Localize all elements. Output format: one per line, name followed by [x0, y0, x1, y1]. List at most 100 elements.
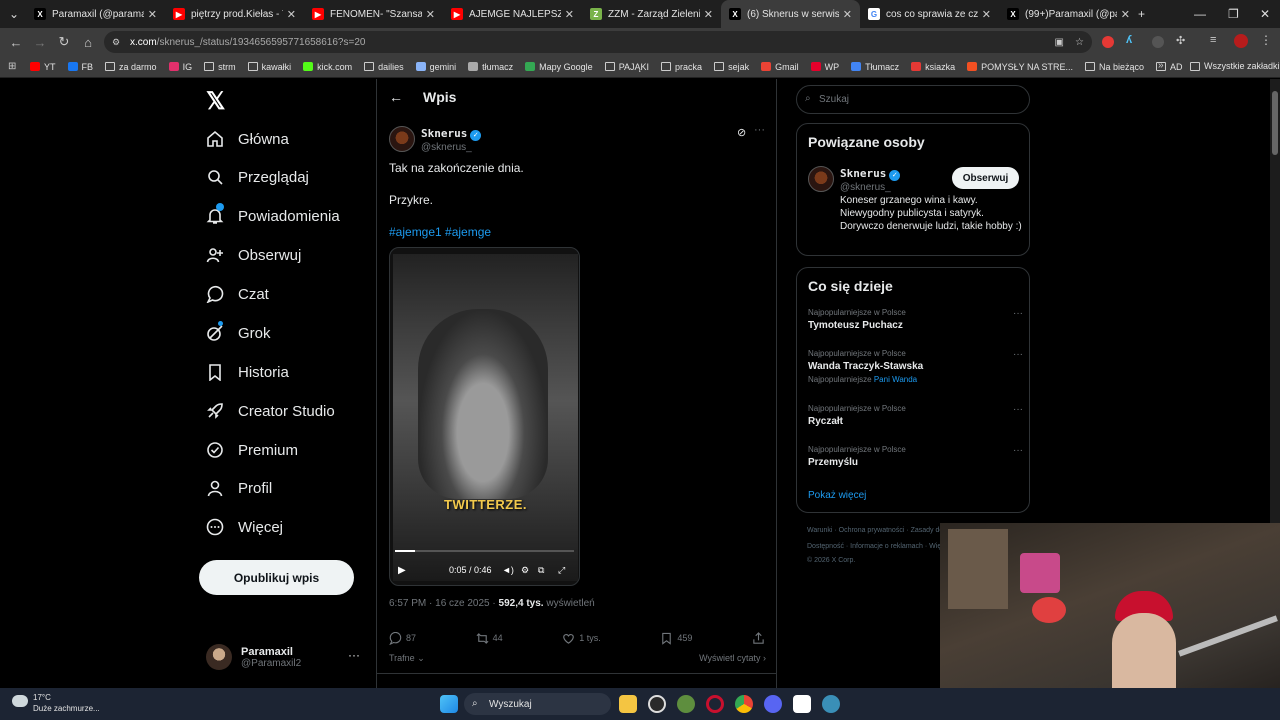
record-extension-icon[interactable]: [1102, 36, 1114, 48]
bookmark-item[interactable]: POMYSŁY NA STRE...: [967, 62, 1073, 72]
trend-item[interactable]: Najpopularniejsze w Polsce Tymoteusz Puc…: [808, 308, 1023, 331]
apps-icon[interactable]: ⊞: [8, 61, 20, 72]
show-more-link[interactable]: Pokaż więcej: [808, 490, 866, 501]
author-avatar[interactable]: [389, 125, 415, 152]
install-app-icon[interactable]: ▣: [1055, 37, 1064, 48]
bookmark-item[interactable]: gemini: [415, 62, 456, 72]
app-icon[interactable]: [822, 695, 840, 713]
account-switcher[interactable]: Paramaxil @Paramaxil2 ···: [206, 641, 366, 673]
close-tab-icon[interactable]: ✕: [565, 8, 574, 21]
bookmark-item[interactable]: tłumacz: [468, 62, 513, 72]
bookmark-item[interactable]: Tłumacz: [851, 62, 899, 72]
bookmark-item[interactable]: za darmo: [105, 62, 157, 72]
picture-in-picture-icon[interactable]: ⧉: [538, 565, 544, 576]
bookmark-item[interactable]: strm: [204, 62, 236, 72]
nav-item[interactable]: Premium: [206, 435, 298, 465]
close-tab-icon[interactable]: ✕: [704, 8, 713, 21]
trend-item[interactable]: Najpopularniejsze w Polsce Wanda Traczyk…: [808, 349, 1023, 384]
bookmark-item[interactable]: Na bieżąco: [1085, 62, 1144, 72]
bookmark-item[interactable]: kick.com: [303, 62, 352, 72]
menu-icon[interactable]: ⋮: [1260, 33, 1272, 47]
browser-tab[interactable]: ▶ AJEMGE NAJLEPSZE MOM ✕: [443, 0, 582, 28]
post-button[interactable]: Opublikuj wpis: [199, 560, 354, 595]
follow-button[interactable]: Obserwuj: [952, 167, 1019, 189]
site-info-icon[interactable]: ⚙: [112, 37, 120, 48]
bookmark-item[interactable]: WP: [810, 62, 839, 72]
browser-tab[interactable]: ▶ FENOMEN- "Szansa" - YouTube ✕: [304, 0, 443, 28]
nav-item[interactable]: Obserwuj: [206, 240, 301, 270]
close-tab-icon[interactable]: ✕: [982, 8, 991, 21]
sort-dropdown[interactable]: Trafne ⌄: [389, 653, 425, 664]
browser-tab[interactable]: X (99+)Paramaxil (@param ✕: [999, 0, 1138, 28]
forward-icon[interactable]: →: [28, 35, 52, 50]
reload-icon[interactable]: ↻: [52, 34, 76, 50]
video-player[interactable]: TWITTERZE. ▶ 0:05 / 0:46 ◄) ⚙ ⧉ ⤢: [389, 247, 580, 586]
fullscreen-icon[interactable]: ⤢: [558, 565, 565, 576]
file-explorer-icon[interactable]: [619, 695, 637, 713]
extensions-puzzle-icon[interactable]: ✣: [1176, 34, 1185, 47]
more-options-icon[interactable]: ···: [754, 124, 765, 136]
close-tab-icon[interactable]: ✕: [287, 8, 296, 21]
bookmark-item[interactable]: kawałki: [247, 62, 291, 72]
post-hashtags[interactable]: #ajemge1 #ajemge: [389, 225, 491, 239]
settings-icon[interactable]: ⚙: [521, 565, 529, 576]
bookmark-item[interactable]: ksiazka: [911, 62, 955, 72]
more-horizontal-icon[interactable]: ···: [348, 648, 360, 662]
author-name[interactable]: Sknerus: [421, 127, 467, 140]
browser-tab[interactable]: Z ZZM - Zarząd Zieleni Miej ✕: [582, 0, 721, 28]
bookmark-item[interactable]: pracka: [661, 62, 702, 72]
browser-tab[interactable]: ▶ piętrzy prod.Kiełas - YouTube ✕: [165, 0, 304, 28]
nav-item[interactable]: Grok: [206, 318, 271, 348]
bookmark-item[interactable]: sejak: [714, 62, 749, 72]
related-person-avatar[interactable]: [808, 165, 834, 192]
footer-links[interactable]: Dostępność · Informacje o reklamach · Wi…: [807, 543, 959, 550]
address-bar[interactable]: ⚙ x.com/sknerus_/status/1934656595771658…: [104, 31, 1092, 53]
media-control-icon[interactable]: ≡: [1210, 34, 1216, 46]
browser-tab[interactable]: X Paramaxil (@paramaxil_) | ✕: [26, 0, 165, 28]
nav-item[interactable]: Więcej: [206, 512, 283, 542]
all-bookmarks[interactable]: Wszystkie zakładki: [1190, 61, 1280, 71]
extension-2-icon[interactable]: [1152, 36, 1164, 48]
browser-tab[interactable]: X (6) Sknerus w serwisie X ✕: [721, 0, 860, 28]
restore-icon[interactable]: ❐: [1228, 0, 1242, 28]
view-quotes-link[interactable]: Wyświetl cytaty ›: [699, 653, 766, 664]
post-author[interactable]: Sknerus ✓ @sknerus_: [389, 124, 482, 153]
profile-avatar[interactable]: [1234, 34, 1248, 48]
opera-icon[interactable]: [706, 695, 724, 713]
reply-button[interactable]: 87: [389, 631, 416, 645]
more-horizontal-icon[interactable]: ···: [1013, 349, 1023, 360]
close-tab-icon[interactable]: ✕: [426, 8, 435, 21]
bookmark-item[interactable]: dailies: [364, 62, 404, 72]
related-person-name[interactable]: Sknerus: [840, 167, 886, 180]
related-person[interactable]: Sknerus ✓ @sknerus_: [808, 164, 901, 193]
scrollbar-thumb[interactable]: [1272, 91, 1278, 155]
bookmark-button[interactable]: 459: [660, 631, 692, 645]
x-logo-icon[interactable]: 𝕏: [206, 87, 225, 116]
discord-icon[interactable]: [764, 695, 782, 713]
more-horizontal-icon[interactable]: ···: [1013, 404, 1023, 415]
search-input[interactable]: ⌕ Szukaj: [796, 85, 1030, 114]
nav-item[interactable]: Czat: [206, 279, 269, 309]
app-icon[interactable]: [648, 695, 666, 713]
home-browser-icon[interactable]: ⌂: [76, 35, 100, 50]
close-tab-icon[interactable]: ✕: [843, 8, 852, 21]
post-time[interactable]: 6:57 PM · 16 cze 2025 ·: [389, 598, 499, 609]
chrome-icon[interactable]: [735, 695, 753, 713]
taskbar-search[interactable]: ⌕ Wyszukaj: [464, 693, 611, 715]
new-tab-icon[interactable]: +: [1138, 0, 1152, 28]
grok-icon[interactable]: ⊘: [737, 126, 746, 139]
extension-icon[interactable]: ʎ: [1126, 34, 1132, 46]
more-horizontal-icon[interactable]: ···: [1013, 445, 1023, 456]
more-horizontal-icon[interactable]: ···: [1013, 308, 1023, 319]
close-tab-icon[interactable]: ✕: [1121, 8, 1130, 21]
bookmark-item[interactable]: YT: [30, 62, 56, 72]
nav-item[interactable]: Przeglądaj: [206, 162, 309, 192]
share-button[interactable]: [752, 631, 769, 645]
bookmark-item[interactable]: IG: [168, 62, 192, 72]
repost-button[interactable]: 44: [476, 631, 503, 645]
bookmark-item[interactable]: Gmail: [761, 62, 799, 72]
close-window-icon[interactable]: ✕: [1260, 0, 1274, 28]
back-icon[interactable]: ←: [4, 35, 28, 50]
nav-item[interactable]: Profil: [206, 473, 272, 503]
video-progress-bar[interactable]: [395, 550, 574, 552]
